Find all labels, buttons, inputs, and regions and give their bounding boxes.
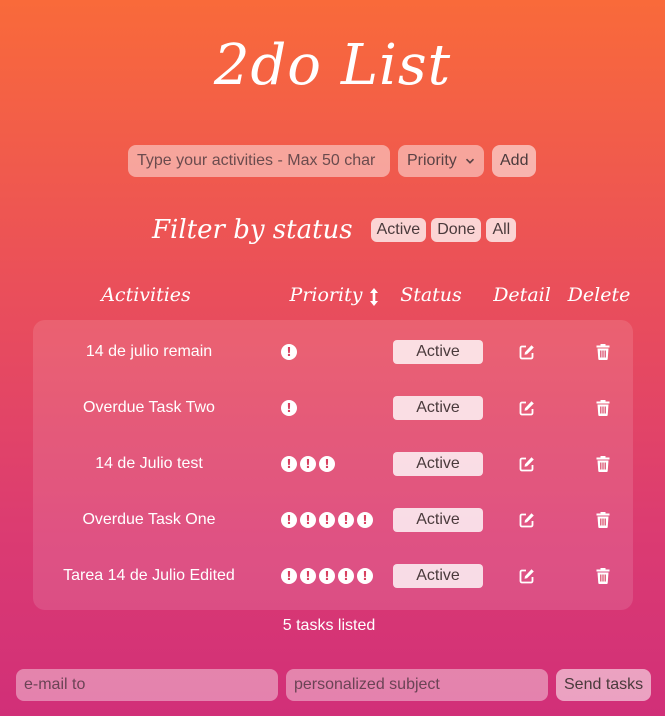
status-badge[interactable]: Active: [393, 564, 483, 588]
task-activity: 14 de julio remain: [85, 343, 213, 360]
filter-done-button[interactable]: Done: [431, 218, 482, 242]
trash-icon[interactable]: [596, 344, 610, 360]
header-status: Status: [400, 284, 462, 306]
priority-select-label: Priority: [407, 152, 457, 169]
trash-icon[interactable]: [596, 400, 610, 416]
exclamation-icon: !: [357, 512, 373, 528]
task-count: 5 tasks listed: [282, 617, 376, 634]
priority-indicator: !: [281, 400, 297, 416]
chevron-down-icon: [465, 158, 475, 164]
header-priority-label: Priority: [289, 284, 363, 306]
status-filter: Filter by status Active Done All: [152, 210, 521, 250]
table-row: Overdue Task One !!!!! Active: [33, 488, 633, 544]
exclamation-icon: !: [338, 568, 354, 584]
exclamation-icon: !: [281, 456, 297, 472]
exclamation-icon: !: [281, 568, 297, 584]
filter-all-button[interactable]: All: [486, 218, 517, 242]
task-activity: 14 de Julio test: [95, 455, 203, 472]
filter-label: Filter by status: [152, 215, 353, 245]
exclamation-icon: !: [281, 512, 297, 528]
exclamation-icon: !: [357, 568, 373, 584]
exclamation-icon: !: [319, 568, 335, 584]
priority-indicator: !!!!!: [281, 568, 373, 584]
edit-icon[interactable]: [519, 456, 535, 472]
send-tasks-button[interactable]: Send tasks: [556, 669, 652, 701]
trash-icon[interactable]: [596, 512, 610, 528]
table-row: Overdue Task Two ! Active: [33, 376, 633, 432]
priority-indicator: !: [281, 344, 297, 360]
edit-icon[interactable]: [519, 344, 535, 360]
mail-form: e-mail to personalized subject Send task…: [16, 669, 652, 701]
header-activities: Activities: [101, 284, 191, 306]
table-row: Tarea 14 de Julio Edited !!!!! Active: [33, 544, 633, 600]
trash-icon[interactable]: [596, 568, 610, 584]
exclamation-icon: !: [300, 568, 316, 584]
priority-select[interactable]: Priority: [398, 145, 484, 177]
exclamation-icon: !: [300, 512, 316, 528]
add-button[interactable]: Add: [492, 145, 537, 177]
task-activity: Tarea 14 de Julio Edited: [63, 567, 235, 584]
filter-active-button[interactable]: Active: [370, 218, 427, 242]
edit-icon[interactable]: [519, 512, 535, 528]
header-delete: Delete: [567, 284, 631, 306]
sort-arrows-icon[interactable]: [368, 287, 380, 307]
table-row: 14 de Julio test !!! Active: [33, 432, 633, 488]
trash-icon[interactable]: [596, 456, 610, 472]
priority-indicator: !!!!!: [281, 512, 373, 528]
subject-input[interactable]: personalized subject: [286, 669, 548, 701]
edit-icon[interactable]: [519, 400, 535, 416]
activity-input[interactable]: Type your activities - Max 50 char: [128, 145, 390, 177]
table-row: 14 de julio remain ! Active: [33, 320, 633, 376]
status-badge[interactable]: Active: [393, 396, 483, 420]
priority-indicator: !!!: [281, 456, 335, 472]
exclamation-icon: !: [300, 456, 316, 472]
email-input[interactable]: e-mail to: [16, 669, 278, 701]
exclamation-icon: !: [319, 456, 335, 472]
exclamation-icon: !: [319, 512, 335, 528]
exclamation-icon: !: [281, 344, 297, 360]
task-activity: Overdue Task One: [82, 511, 216, 528]
edit-icon[interactable]: [519, 568, 535, 584]
header-priority[interactable]: Priority: [285, 284, 385, 314]
header-detail: Detail: [493, 284, 551, 306]
task-table: 14 de julio remain ! Active Overdue Task…: [33, 320, 633, 610]
task-activity: Overdue Task Two: [83, 399, 215, 416]
exclamation-icon: !: [338, 512, 354, 528]
status-badge[interactable]: Active: [393, 452, 483, 476]
exclamation-icon: !: [281, 400, 297, 416]
add-task-form: Type your activities - Max 50 char Prior…: [128, 145, 537, 177]
status-badge[interactable]: Active: [393, 508, 483, 532]
app-title: 2do List: [213, 33, 452, 98]
status-badge[interactable]: Active: [393, 340, 483, 364]
